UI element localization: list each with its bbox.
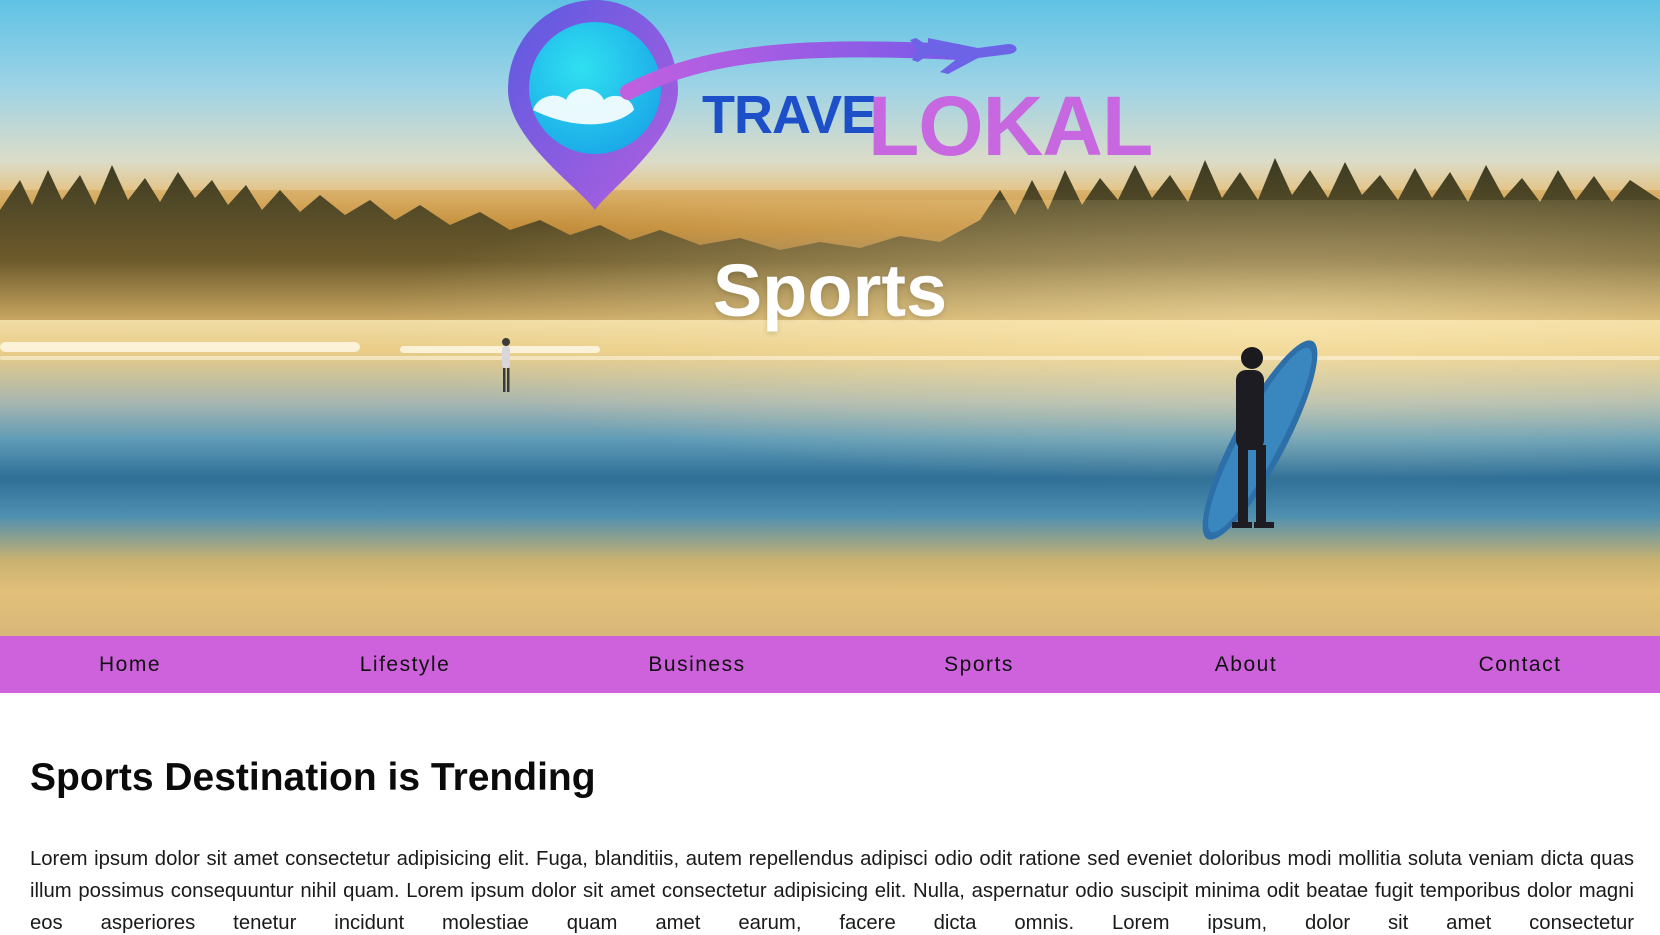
hero-banner: TRAVE LOKAL Sports <box>0 0 1660 636</box>
logo-text-trave: TRAVE <box>702 85 877 145</box>
nav-item-business[interactable]: Business <box>620 636 774 693</box>
nav-item-about[interactable]: About <box>1196 636 1296 693</box>
nav-item-contact[interactable]: Contact <box>1456 636 1584 693</box>
main-navbar: Home Lifestyle Business Sports About Con… <box>0 636 1660 693</box>
nav-item-sports[interactable]: Sports <box>920 636 1038 693</box>
hero-title: Sports <box>712 249 948 332</box>
person-walking-icon <box>502 338 510 392</box>
logo-text-lokal: LOKAL <box>868 79 1153 173</box>
section-paragraph: Lorem ipsum dolor sit amet consectetur a… <box>30 848 1634 934</box>
section-heading: Sports Destination is Trending <box>30 756 596 799</box>
nav-item-lifestyle[interactable]: Lifestyle <box>340 636 470 693</box>
wave-line <box>0 356 1660 360</box>
wave-line <box>0 342 360 352</box>
surfer-silhouette-icon <box>1202 340 1318 540</box>
nav-item-home[interactable]: Home <box>68 636 192 693</box>
